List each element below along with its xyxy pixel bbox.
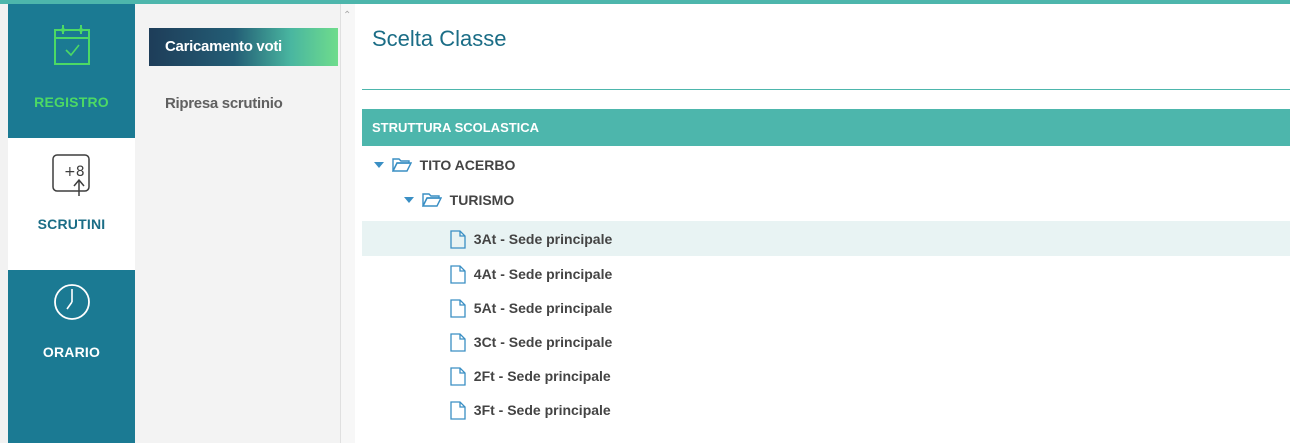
tree-leaf[interactable]: 3Ct - Sede principale bbox=[362, 324, 1290, 359]
expand-caret-icon[interactable] bbox=[373, 162, 384, 169]
tree-leaf[interactable]: 3Ft - Sede principale bbox=[362, 392, 1290, 427]
svg-text:+8: +8 bbox=[64, 164, 85, 180]
tree-node-root[interactable]: TITO ACERBO bbox=[362, 147, 1290, 182]
clock-icon bbox=[8, 280, 135, 330]
section-header: STRUTTURA SCOLASTICA bbox=[362, 109, 1290, 146]
main-nav-rail: REGISTRO +8 SCRUTINI ORARIO bbox=[8, 4, 135, 443]
nav-scrutini-label: SCRUTINI bbox=[37, 216, 106, 232]
tree-leaf[interactable]: 4At - Sede principale bbox=[362, 256, 1290, 291]
folder-open-icon bbox=[391, 158, 412, 172]
file-icon bbox=[450, 299, 466, 318]
file-icon bbox=[450, 367, 466, 386]
page-title: Scelta Classe bbox=[372, 26, 507, 51]
folder-open-icon bbox=[421, 193, 442, 207]
file-icon bbox=[450, 401, 466, 420]
expand-caret-icon[interactable] bbox=[403, 197, 414, 204]
file-icon bbox=[450, 265, 466, 284]
tree-leaf-label: 4At - Sede principale bbox=[473, 265, 613, 282]
tree-node-branch-label: TURISMO bbox=[449, 191, 515, 208]
title-divider bbox=[362, 89, 1290, 90]
tree-node-branch[interactable]: TURISMO bbox=[362, 182, 1290, 217]
submenu-caricamento-voti[interactable]: Caricamento voti bbox=[149, 28, 338, 66]
calendar-check-icon bbox=[8, 22, 135, 72]
submenu-ripresa-scrutinio[interactable]: Ripresa scrutinio bbox=[149, 85, 283, 123]
file-icon bbox=[450, 333, 466, 352]
scrutini-submenu: Caricamento voti Ripresa scrutinio bbox=[135, 4, 341, 443]
file-icon bbox=[450, 230, 466, 249]
tree-leaf-label: 3Ft - Sede principale bbox=[473, 401, 611, 418]
tree-node-root-label: TITO ACERBO bbox=[419, 156, 516, 173]
nav-orario[interactable]: ORARIO bbox=[8, 272, 135, 404]
nav-registro-label: REGISTRO bbox=[34, 94, 109, 110]
tree-leaf[interactable]: 3At - Sede principale bbox=[362, 221, 1290, 256]
tree-leaf[interactable]: 2Ft - Sede principale bbox=[362, 358, 1290, 393]
nav-orario-label: ORARIO bbox=[42, 344, 101, 360]
scrutini-plus8-icon: +8 bbox=[8, 152, 135, 202]
tree-leaf-label: 2Ft - Sede principale bbox=[473, 367, 611, 384]
submenu-scrollbar[interactable]: ⌃ bbox=[341, 4, 355, 443]
tree-leaf[interactable]: 5At - Sede principale bbox=[362, 290, 1290, 325]
tree-leaf-label: 3At - Sede principale bbox=[473, 230, 613, 247]
nav-scrutini[interactable]: +8 SCRUTINI bbox=[8, 138, 135, 270]
scroll-up-icon[interactable]: ⌃ bbox=[343, 10, 351, 21]
tree-leaf-label: 3Ct - Sede principale bbox=[473, 333, 613, 350]
outer-left-edge bbox=[0, 4, 8, 443]
main-content: Scelta Classe STRUTTURA SCOLASTICA TITO … bbox=[356, 4, 1290, 443]
tree-leaf-label: 5At - Sede principale bbox=[473, 299, 613, 316]
nav-registro[interactable]: REGISTRO bbox=[8, 4, 135, 136]
